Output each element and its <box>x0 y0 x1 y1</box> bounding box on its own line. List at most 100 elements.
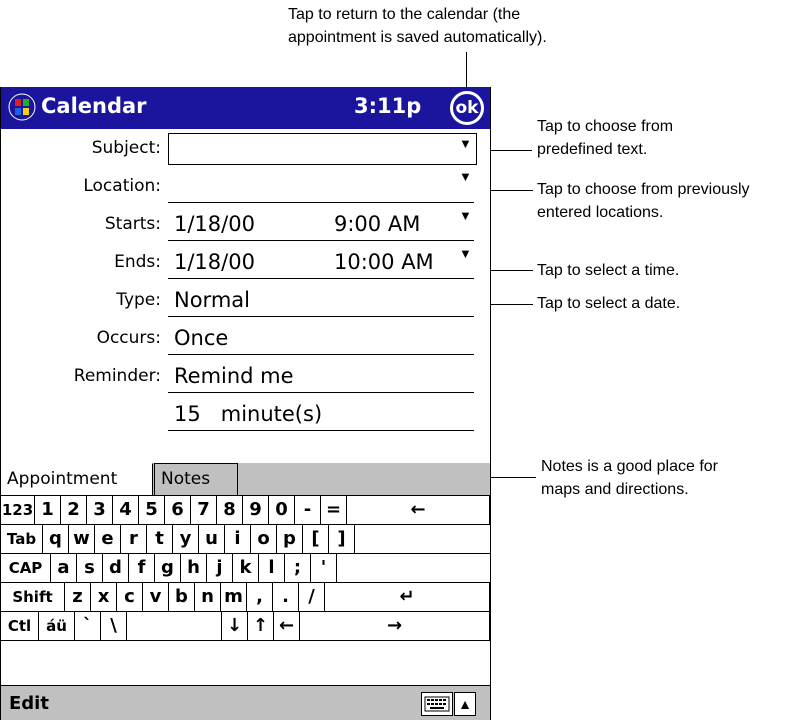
key-3-10[interactable]: / <box>299 583 325 611</box>
key-2-6[interactable]: h <box>181 554 207 582</box>
key-3-6[interactable]: n <box>195 583 221 611</box>
key-1-12[interactable]: ] <box>329 525 355 553</box>
ends-date[interactable]: 1/18/00 <box>174 250 255 274</box>
key-1-5[interactable]: t <box>147 525 173 553</box>
key-0-8[interactable]: 8 <box>217 496 243 524</box>
key-1-11[interactable]: [ <box>303 525 329 553</box>
key-2-9[interactable]: l <box>259 554 285 582</box>
key-0-4[interactable]: 4 <box>113 496 139 524</box>
key-3-3[interactable]: c <box>117 583 143 611</box>
reminder-field[interactable]: Remind me <box>168 359 474 393</box>
key-0-11[interactable]: - <box>295 496 321 524</box>
keyboard-row-2: Tab q w e r t y u i o p[] <box>1 525 490 554</box>
key-3-11[interactable]: ↵ <box>325 583 490 611</box>
key-4-2[interactable]: ` <box>75 612 101 640</box>
tab-notes[interactable]: Notes <box>154 463 238 495</box>
callout-notes-line1: Notes is a good place for <box>541 458 718 475</box>
key-2-2[interactable]: s <box>77 554 103 582</box>
key-3-5[interactable]: b <box>169 583 195 611</box>
key-0-6[interactable]: 6 <box>165 496 191 524</box>
occurs-row: Occurs: Once <box>1 321 490 359</box>
edit-menu[interactable]: Edit <box>9 693 49 714</box>
key-0-0[interactable]: 123 <box>1 496 35 524</box>
callout-date: Tap to select a date. <box>537 295 681 312</box>
callout-top-line2: appointment is saved automatically). <box>288 29 547 46</box>
key-0-13[interactable]: ← <box>347 496 490 524</box>
key-1-8[interactable]: i <box>225 525 251 553</box>
subject-dropdown-icon[interactable]: ▼ <box>459 137 472 150</box>
key-0-1[interactable]: 1 <box>35 496 61 524</box>
callout-locations-line1: Tap to choose from previously <box>537 181 750 198</box>
starts-dropdown-icon[interactable]: ▼ <box>459 209 472 222</box>
input-panel-toggle[interactable]: ▲ <box>454 692 476 716</box>
ends-dropdown-icon[interactable]: ▼ <box>459 247 472 260</box>
reminder-row: Reminder: Remind me <box>1 359 490 397</box>
reminder-label: Reminder: <box>73 366 161 386</box>
subject-field[interactable] <box>168 133 477 165</box>
subject-row: Subject: ▼ <box>1 131 490 169</box>
location-field[interactable] <box>168 169 474 203</box>
key-0-2[interactable]: 2 <box>61 496 87 524</box>
title-bar: Calendar 3:11p ok <box>1 87 490 129</box>
key-4-7[interactable]: ← <box>274 612 300 640</box>
tab-appointment[interactable]: Appointment <box>1 463 153 495</box>
keyboard-row-3: CAP a s d f g h j k l; ' <box>1 554 490 583</box>
key-0-5[interactable]: 5 <box>139 496 165 524</box>
key-0-12[interactable]: = <box>321 496 347 524</box>
key-0-7[interactable]: 7 <box>191 496 217 524</box>
key-3-9[interactable]: . <box>273 583 299 611</box>
key-2-4[interactable]: f <box>129 554 155 582</box>
key-4-8[interactable]: → <box>300 612 490 640</box>
key-4-3[interactable]: \ <box>101 612 127 640</box>
keyboard-icon[interactable] <box>421 692 453 716</box>
keyboard-row-1: 123 1 2 3 4 5 6 7 8 9 0- = ← <box>1 496 490 525</box>
key-0-9[interactable]: 9 <box>243 496 269 524</box>
reminder-time-field[interactable]: 15 minute(s) <box>168 397 474 431</box>
key-1-0[interactable]: Tab <box>1 525 43 553</box>
key-3-4[interactable]: v <box>143 583 169 611</box>
command-bar: Edit ▲ <box>1 685 490 720</box>
key-4-0[interactable]: Ctl <box>1 612 39 640</box>
callout-predefined: Tap to choose from predefined text. <box>537 115 673 161</box>
key-2-0[interactable]: CAP <box>1 554 51 582</box>
key-3-1[interactable]: z <box>65 583 91 611</box>
key-1-6[interactable]: y <box>173 525 199 553</box>
key-2-3[interactable]: d <box>103 554 129 582</box>
key-2-11[interactable]: ' <box>311 554 337 582</box>
ok-button[interactable]: ok <box>450 91 484 125</box>
key-1-3[interactable]: e <box>95 525 121 553</box>
key-4-5[interactable]: ↓ <box>222 612 248 640</box>
key-1-10[interactable]: p <box>277 525 303 553</box>
starts-label: Starts: <box>104 214 161 234</box>
key-4-4[interactable] <box>127 612 222 640</box>
key-0-10[interactable]: 0 <box>269 496 295 524</box>
key-4-1[interactable]: áü <box>39 612 75 640</box>
key-1-9[interactable]: o <box>251 525 277 553</box>
key-2-10[interactable]: ; <box>285 554 311 582</box>
key-2-8[interactable]: k <box>233 554 259 582</box>
starts-time[interactable]: 9:00 AM <box>334 212 420 236</box>
clock[interactable]: 3:11p <box>354 94 421 118</box>
key-0-3[interactable]: 3 <box>87 496 113 524</box>
key-1-1[interactable]: q <box>43 525 69 553</box>
location-dropdown-icon[interactable]: ▼ <box>459 170 472 183</box>
location-label: Location: <box>83 176 161 196</box>
key-2-5[interactable]: g <box>155 554 181 582</box>
ends-time[interactable]: 10:00 AM <box>334 250 434 274</box>
key-1-7[interactable]: u <box>199 525 225 553</box>
key-1-4[interactable]: r <box>121 525 147 553</box>
key-4-6[interactable]: ↑ <box>248 612 274 640</box>
key-1-2[interactable]: w <box>69 525 95 553</box>
key-2-1[interactable]: a <box>51 554 77 582</box>
type-field[interactable]: Normal <box>168 283 474 317</box>
app-title: Calendar <box>41 94 147 118</box>
key-3-2[interactable]: x <box>91 583 117 611</box>
key-2-7[interactable]: j <box>207 554 233 582</box>
occurs-field[interactable]: Once <box>168 321 474 355</box>
starts-row: Starts: 1/18/00 9:00 AM ▼ <box>1 207 490 245</box>
callout-top: Tap to return to the calendar (the appoi… <box>288 3 547 49</box>
key-3-0[interactable]: Shift <box>1 583 65 611</box>
key-3-8[interactable]: , <box>247 583 273 611</box>
key-3-7[interactable]: m <box>221 583 247 611</box>
starts-date[interactable]: 1/18/00 <box>174 212 255 236</box>
